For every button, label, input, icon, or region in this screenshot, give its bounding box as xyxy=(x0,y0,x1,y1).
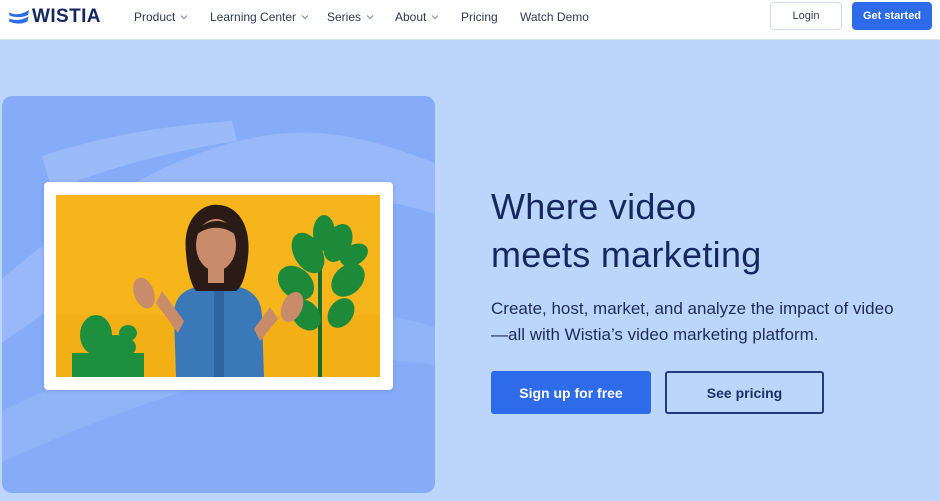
nav-item-watch-demo[interactable]: Watch Demo xyxy=(520,9,589,25)
nav-item-label: About xyxy=(395,10,427,24)
hero-subheading-line: —all with Wistia’s video marketing platf… xyxy=(491,325,819,344)
get-started-button[interactable]: Get started xyxy=(852,2,932,30)
video-player[interactable] xyxy=(56,195,380,377)
nav-item-about[interactable]: About xyxy=(395,9,439,25)
hero-subheading-line: Create, host, market, and analyze the im… xyxy=(491,299,894,318)
nav-item-learning-center[interactable]: Learning Center xyxy=(210,9,309,25)
nav-item-label: Product xyxy=(134,10,176,24)
chevron-down-icon xyxy=(301,15,309,20)
nav-item-product[interactable]: Product xyxy=(134,9,188,25)
nav-item-pricing[interactable]: Pricing xyxy=(461,9,498,25)
video-thumbnail-image xyxy=(56,195,380,377)
see-pricing-button[interactable]: See pricing xyxy=(665,371,824,414)
page: WISTIA Product Learning Center Series Ab… xyxy=(0,0,940,501)
nav-item-label: Watch Demo xyxy=(520,10,589,24)
chevron-down-icon xyxy=(431,15,439,20)
hero-headline-line: Where video xyxy=(491,186,697,227)
nav-item-series[interactable]: Series xyxy=(327,9,374,25)
login-button[interactable]: Login xyxy=(770,2,842,30)
nav-item-label: Series xyxy=(327,10,362,24)
hero-headline-line: meets marketing xyxy=(491,234,762,275)
video-card xyxy=(44,182,393,390)
nav-item-label: Pricing xyxy=(461,10,498,24)
chevron-down-icon xyxy=(366,15,374,20)
hero-headline: Where video meets marketing xyxy=(491,183,911,279)
top-nav-bar: WISTIA Product Learning Center Series Ab… xyxy=(0,0,940,40)
sign-up-for-free-button[interactable]: Sign up for free xyxy=(491,371,651,414)
chevron-down-icon xyxy=(180,15,188,20)
hero-subheading: Create, host, market, and analyze the im… xyxy=(491,296,936,348)
hero-media-panel xyxy=(2,96,435,493)
nav-item-label: Learning Center xyxy=(210,10,297,24)
